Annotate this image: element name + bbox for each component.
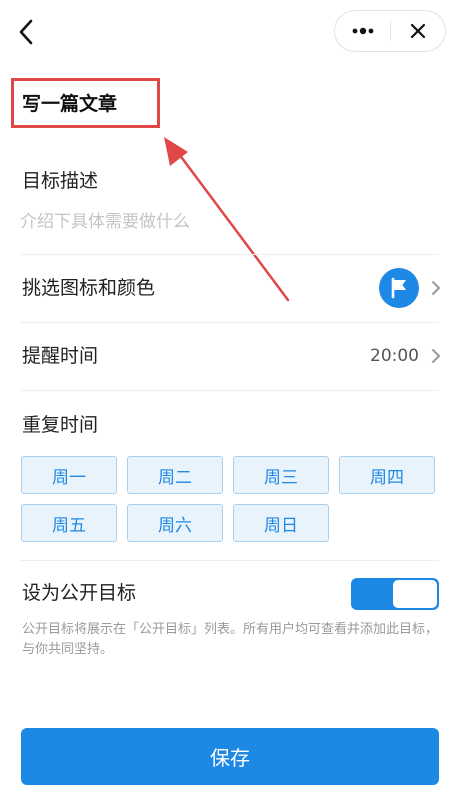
close-button[interactable]: [391, 11, 445, 51]
icon-color-row[interactable]: 挑选图标和颜色: [0, 254, 459, 322]
more-button[interactable]: [335, 11, 390, 51]
mini-program-capsule: [334, 10, 446, 52]
back-button[interactable]: [8, 12, 44, 52]
chevron-right-icon: [428, 346, 444, 366]
public-goal-label: 设为公开目标: [22, 582, 137, 604]
day-friday[interactable]: 周五: [21, 504, 117, 542]
reminder-label: 提醒时间: [22, 345, 99, 367]
toggle-knob: [393, 580, 437, 608]
goal-title-input[interactable]: 写一篇文章: [22, 92, 117, 116]
divider: [20, 560, 439, 561]
description-input[interactable]: [20, 206, 420, 238]
icon-color-label: 挑选图标和颜色: [22, 277, 156, 299]
day-monday[interactable]: 周一: [21, 456, 117, 494]
public-goal-description: 公开目标将展示在「公开目标」列表。所有用户均可查看并添加此目标，与你共同坚持。: [22, 622, 439, 657]
day-saturday[interactable]: 周六: [127, 504, 223, 542]
day-sunday[interactable]: 周日: [233, 504, 329, 542]
chevron-left-icon: [19, 19, 33, 45]
chevron-right-icon: [428, 278, 444, 298]
day-thursday[interactable]: 周四: [339, 456, 435, 494]
repeat-label: 重复时间: [22, 414, 99, 436]
public-goal-toggle[interactable]: [351, 578, 439, 610]
reminder-row[interactable]: 提醒时间 20:00: [0, 322, 459, 390]
description-label: 目标描述: [22, 170, 99, 192]
close-icon: [410, 23, 426, 39]
selected-icon-badge: [379, 268, 419, 308]
more-dots-icon: [352, 27, 373, 35]
save-button[interactable]: 保存: [21, 728, 439, 785]
reminder-time-value: 20:00: [370, 346, 419, 366]
flag-icon: [391, 277, 406, 299]
divider: [20, 390, 439, 391]
day-tuesday[interactable]: 周二: [127, 456, 223, 494]
day-wednesday[interactable]: 周三: [233, 456, 329, 494]
